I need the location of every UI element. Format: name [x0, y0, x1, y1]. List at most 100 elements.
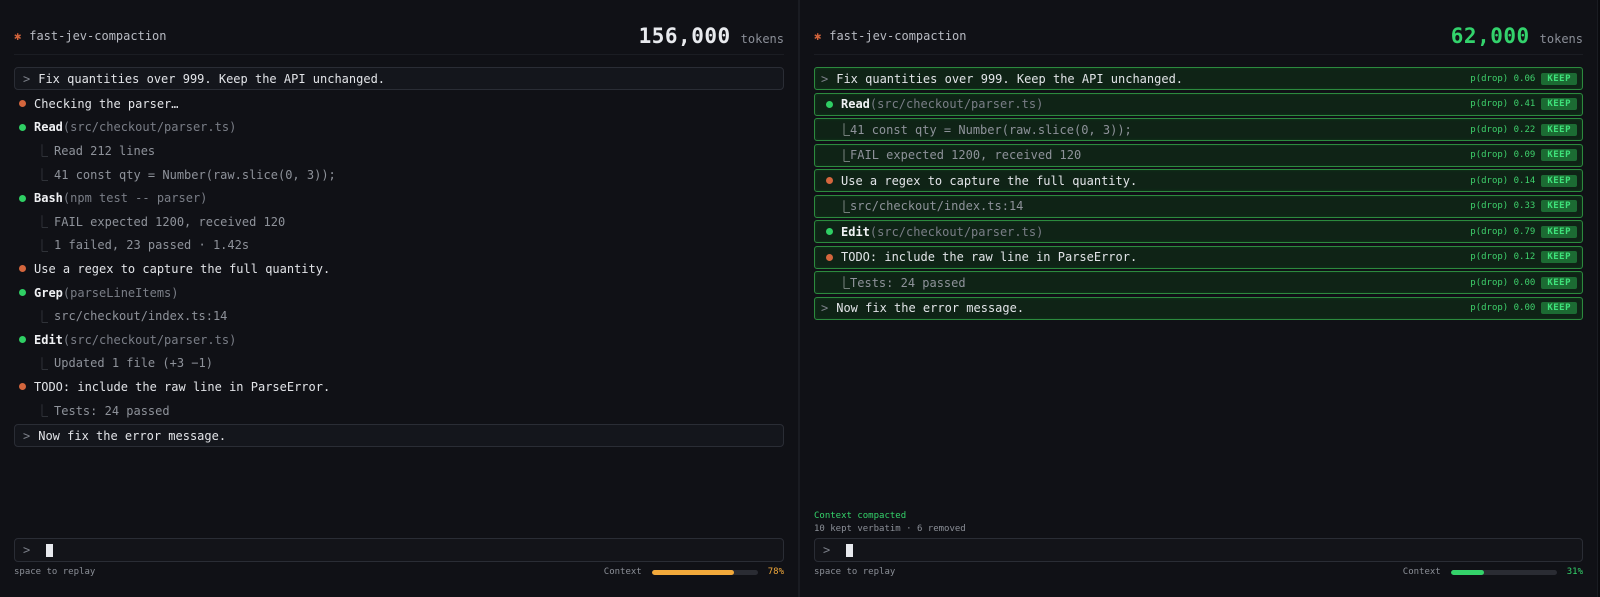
- compaction-detail: 10 kept verbatim · 6 removed: [814, 524, 966, 534]
- keep-badge: KEEP: [1541, 98, 1577, 110]
- tree-branch-icon: ⎿: [36, 215, 49, 230]
- tool-name: Grep: [34, 285, 63, 300]
- kept-row[interactable]: Edit (src/checkout/parser.ts) p(drop) 0.79…: [814, 220, 1583, 243]
- left-pane: ✱ fast-jev-compaction 156,000 tokens > Fi…: [0, 0, 799, 597]
- output-text: Updated 1 file (+3 −1): [54, 356, 213, 371]
- token-label: tokens: [740, 32, 784, 46]
- project-label: fast-jev-compaction: [29, 29, 167, 43]
- kept-row[interactable]: ⎿ 41 const qty = Number(raw.slice(0, 3));…: [814, 118, 1583, 141]
- input-caret: >: [23, 543, 31, 557]
- drop-probability: p(drop) 0.00: [1470, 277, 1536, 288]
- status-dot-icon: [826, 253, 833, 261]
- tool-name: Edit: [34, 332, 63, 347]
- context-meter: Context 78%: [604, 567, 784, 577]
- input-caret: >: [823, 543, 831, 557]
- project-name: ✱ fast-jev-compaction: [814, 29, 967, 43]
- transcript-row: ⎿ 1 failed, 23 passed · 1.42s: [14, 234, 784, 258]
- kept-row-content: Use a regex to capture the full quantity…: [821, 174, 1470, 188]
- keep-badge: KEEP: [1541, 123, 1577, 136]
- drop-probability: p(drop) 0.00: [1470, 303, 1536, 313]
- context-percent: 78%: [767, 567, 784, 577]
- tree-branch-icon: ⎿: [36, 309, 49, 324]
- context-bar: [651, 569, 758, 575]
- project-label: fast-jev-compaction: [829, 29, 967, 43]
- transcript-row: ⎿ 41 const qty = Number(raw.slice(0, 3));: [14, 163, 784, 187]
- status-dot-icon: [19, 123, 26, 131]
- tree-branch-icon: ⎿: [838, 148, 851, 163]
- status-dot-icon: [19, 383, 26, 391]
- prompt-caret: >: [821, 301, 829, 315]
- transcript-row: Edit (src/checkout/parser.ts): [14, 328, 784, 352]
- kept-row[interactable]: TODO: include the raw line in ParseError…: [814, 245, 1583, 269]
- keep-badge: KEEP: [1541, 174, 1577, 187]
- output-text: 41 const qty = Number(raw.slice(0, 3));: [850, 122, 1132, 137]
- token-value: 62,000: [1450, 24, 1530, 48]
- message-text: Checking the parser…: [34, 96, 179, 111]
- keep-badge: KEEP: [1541, 276, 1577, 289]
- status-dot-icon: [19, 289, 26, 297]
- kept-row[interactable]: Read (src/checkout/parser.ts) p(drop) 0.41…: [814, 92, 1583, 116]
- replay-hint: space to replay: [814, 567, 896, 577]
- status-dot-icon: [19, 100, 26, 108]
- tool-name: Read: [841, 97, 870, 111]
- kept-row[interactable]: ⎿ src/checkout/index.ts:14 p(drop) 0.33 KEE…: [814, 194, 1583, 218]
- right-input[interactable]: >: [814, 538, 1583, 562]
- context-label: Context: [603, 567, 642, 577]
- message-text: Use a regex to capture the full quantity…: [34, 261, 331, 276]
- kept-row[interactable]: > Now fix the error message. p(drop) 0.00 K…: [814, 296, 1583, 320]
- drop-probability: p(drop) 0.41: [1470, 99, 1536, 109]
- transcript-row: Use a regex to capture the full quantity…: [14, 257, 784, 281]
- prompt-text: Now fix the error message.: [38, 428, 227, 443]
- drop-probability: p(drop) 0.33: [1470, 201, 1536, 211]
- kept-row[interactable]: ⎿ Tests: 24 passed p(drop) 0.00 KEEP: [814, 271, 1583, 294]
- transcript-row[interactable]: > Now fix the error message.: [14, 424, 784, 448]
- replay-hint: space to replay: [14, 567, 96, 577]
- message-text: Use a regex to capture the full quantity…: [841, 173, 1138, 188]
- tool-name: Read: [34, 120, 63, 135]
- drop-probability: p(drop) 0.22: [1470, 124, 1536, 135]
- tree-branch-icon: ⎿: [36, 404, 49, 419]
- message-text: TODO: include the raw line in ParseError…: [34, 379, 331, 394]
- transcript-row: Grep (parseLineItems): [14, 281, 784, 305]
- kept-row-content: > Now fix the error message.: [821, 301, 1470, 315]
- output-text: 1 failed, 23 passed · 1.42s: [54, 238, 250, 253]
- prompt-text: Fix quantities over 999. Keep the API un…: [38, 71, 386, 86]
- output-text: Read 212 lines: [54, 143, 156, 158]
- tree-branch-icon: ⎿: [838, 276, 851, 290]
- drop-probability: p(drop) 0.79: [1470, 226, 1536, 237]
- right-header: ✱ fast-jev-compaction 62,000 tokens: [814, 18, 1583, 55]
- output-text: FAIL expected 1200, received 120: [54, 214, 286, 229]
- status-dot-icon: [826, 100, 833, 108]
- transcript-row: ⎿ Read 212 lines: [14, 139, 784, 163]
- kept-row[interactable]: ⎿ FAIL expected 1200, received 120 p(drop)…: [814, 143, 1583, 167]
- kept-row[interactable]: Use a regex to capture the full quantity…: [814, 169, 1583, 192]
- transcript-row: Read (src/checkout/parser.ts): [14, 116, 784, 140]
- transcript-row: Checking the parser…: [14, 92, 784, 116]
- kept-row-content: Edit (src/checkout/parser.ts): [821, 225, 1470, 239]
- tool-name: Edit: [841, 224, 870, 239]
- context-meter: Context 31%: [1403, 567, 1583, 577]
- tool-args: (src/checkout/parser.ts): [869, 224, 1044, 239]
- transcript-row[interactable]: > Fix quantities over 999. Keep the API u…: [14, 67, 784, 90]
- status-dot-icon: [826, 228, 833, 235]
- right-transcript: > Fix quantities over 999. Keep the API u…: [814, 67, 1583, 322]
- output-text: src/checkout/index.ts:14: [850, 199, 1024, 213]
- left-transcript: > Fix quantities over 999. Keep the API u…: [14, 67, 784, 449]
- tool-args: (src/checkout/parser.ts): [62, 332, 237, 347]
- tool-name: Bash: [34, 191, 63, 206]
- keep-badge: KEEP: [1541, 251, 1577, 263]
- drop-probability: p(drop) 0.12: [1470, 252, 1536, 262]
- prompt-text: Fix quantities over 999. Keep the API un…: [836, 71, 1184, 86]
- tool-args: (src/checkout/parser.ts): [62, 120, 237, 135]
- drop-probability: p(drop) 0.06: [1470, 73, 1536, 84]
- tree-branch-icon: ⎿: [838, 199, 851, 214]
- left-input[interactable]: >: [14, 538, 784, 562]
- kept-row[interactable]: > Fix quantities over 999. Keep the API u…: [814, 67, 1583, 90]
- tree-branch-icon: ⎿: [838, 123, 851, 137]
- context-percent: 31%: [1566, 567, 1583, 577]
- status-dot-icon: [19, 265, 26, 273]
- output-text: Tests: 24 passed: [850, 275, 966, 290]
- asterisk-icon: ✱: [814, 29, 822, 43]
- keep-badge: KEEP: [1541, 302, 1577, 314]
- keep-badge: KEEP: [1541, 149, 1577, 161]
